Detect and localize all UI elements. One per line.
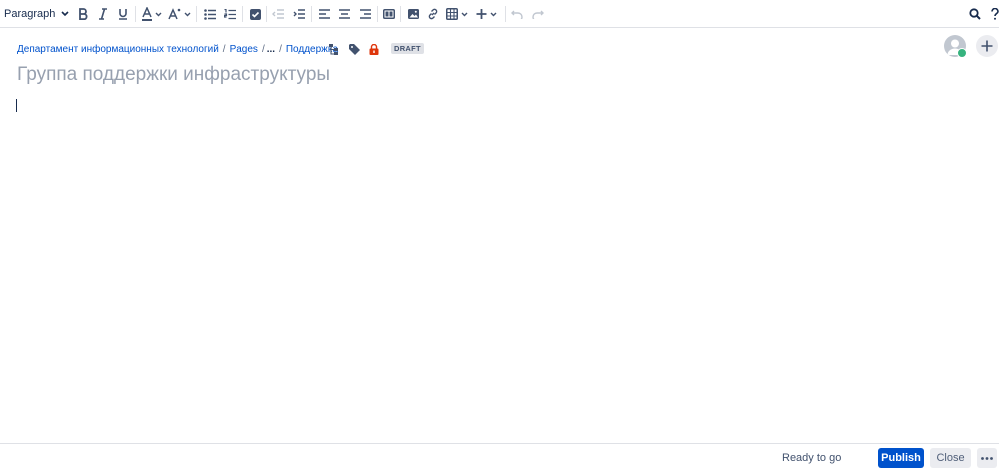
image-icon bbox=[407, 9, 419, 19]
status-badge: DRAFT bbox=[391, 43, 424, 54]
underline-icon bbox=[119, 9, 127, 20]
text-formatting-button[interactable] bbox=[168, 4, 192, 24]
indent-icon bbox=[293, 9, 305, 19]
page-title-input[interactable]: Группа поддержки инфраструктуры bbox=[17, 64, 330, 86]
indent-button[interactable] bbox=[292, 4, 306, 24]
help-button[interactable] bbox=[990, 4, 999, 24]
editor-toolbar: Paragraph bbox=[0, 0, 999, 28]
insert-icon bbox=[476, 9, 497, 19]
publish-button[interactable]: Publish bbox=[878, 448, 924, 468]
restrictions-button[interactable] bbox=[369, 42, 379, 56]
image-button[interactable] bbox=[406, 4, 420, 24]
align-center-icon bbox=[338, 9, 350, 19]
text-formatting-icon bbox=[168, 8, 191, 20]
bold-button[interactable] bbox=[76, 4, 90, 24]
save-status: Ready to go bbox=[782, 452, 842, 464]
page-tree-button[interactable] bbox=[329, 42, 338, 56]
table-icon bbox=[446, 8, 468, 20]
action-item-button[interactable] bbox=[248, 4, 262, 24]
breadcrumb-separator: / bbox=[279, 43, 282, 55]
more-icon bbox=[981, 456, 993, 460]
toolbar-divider bbox=[196, 6, 197, 22]
lock-icon bbox=[369, 43, 379, 55]
toolbar-divider bbox=[505, 6, 506, 22]
outdent-icon bbox=[272, 9, 284, 19]
align-right-icon bbox=[359, 9, 371, 19]
more-actions-button[interactable] bbox=[977, 448, 997, 468]
breadcrumb-pages[interactable]: Pages bbox=[230, 44, 258, 55]
italic-icon bbox=[99, 8, 107, 20]
tag-icon bbox=[349, 43, 360, 55]
table-button[interactable] bbox=[446, 4, 470, 24]
chevron-down-icon bbox=[61, 11, 69, 17]
breadcrumb: Департамент информационных технологий / … bbox=[17, 42, 338, 56]
toolbar-divider bbox=[266, 6, 267, 22]
text-color-icon bbox=[142, 7, 162, 21]
underline-button[interactable] bbox=[116, 4, 130, 24]
undo-icon bbox=[511, 10, 523, 19]
text-cursor bbox=[16, 99, 17, 112]
redo-button[interactable] bbox=[531, 4, 545, 24]
align-center-button[interactable] bbox=[337, 4, 351, 24]
bold-icon bbox=[79, 8, 88, 20]
toolbar-divider bbox=[242, 6, 243, 22]
insert-button[interactable] bbox=[476, 4, 500, 24]
breadcrumb-ellipsis[interactable]: ... bbox=[267, 44, 275, 55]
text-style-dropdown[interactable]: Paragraph bbox=[4, 5, 69, 23]
outdent-button[interactable] bbox=[271, 4, 285, 24]
plus-icon bbox=[981, 40, 993, 52]
labels-button[interactable] bbox=[349, 42, 360, 56]
link-icon bbox=[428, 8, 438, 20]
redo-icon bbox=[532, 10, 544, 19]
text-style-label: Paragraph bbox=[4, 8, 56, 20]
bullet-list-button[interactable] bbox=[203, 4, 217, 24]
toolbar-divider bbox=[135, 6, 136, 22]
numbered-list-icon bbox=[224, 8, 236, 19]
help-icon bbox=[990, 8, 999, 20]
breadcrumb-space[interactable]: Департамент информационных технологий bbox=[17, 44, 219, 55]
align-left-icon bbox=[318, 9, 330, 19]
editor-footer bbox=[0, 443, 999, 469]
toolbar-divider bbox=[377, 6, 378, 22]
align-left-button[interactable] bbox=[317, 4, 331, 24]
layout-icon bbox=[383, 9, 395, 19]
breadcrumb-separator: / bbox=[222, 43, 226, 55]
toolbar-divider bbox=[311, 6, 312, 22]
link-button[interactable] bbox=[426, 4, 440, 24]
search-icon bbox=[969, 8, 981, 20]
hierarchy-icon bbox=[329, 43, 338, 55]
undo-button[interactable] bbox=[510, 4, 524, 24]
invite-button[interactable] bbox=[976, 35, 998, 57]
presence-indicator bbox=[957, 48, 967, 58]
search-button[interactable] bbox=[968, 4, 982, 24]
numbered-list-button[interactable] bbox=[223, 4, 237, 24]
layout-button[interactable] bbox=[382, 4, 396, 24]
italic-button[interactable] bbox=[96, 4, 110, 24]
breadcrumb-separator: / bbox=[261, 43, 265, 55]
toolbar-divider bbox=[400, 6, 401, 22]
checkbox-icon bbox=[249, 8, 261, 20]
bullet-list-icon bbox=[204, 8, 216, 20]
align-right-button[interactable] bbox=[358, 4, 372, 24]
close-button[interactable]: Close bbox=[930, 448, 971, 468]
text-color-button[interactable] bbox=[141, 4, 163, 24]
